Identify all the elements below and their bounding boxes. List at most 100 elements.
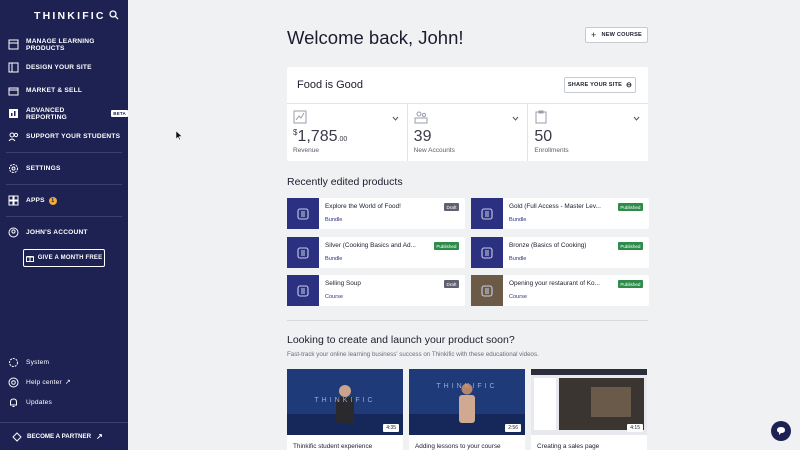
nav-system[interactable]: System: [0, 352, 128, 372]
status-badge: Published: [617, 203, 643, 211]
chat-button[interactable]: [771, 421, 791, 441]
partner-label: BECOME A PARTNER: [27, 433, 92, 440]
product-name: Bronze (Basics of Cooking): [509, 242, 587, 249]
gift-icon: [25, 256, 34, 262]
video-title: Adding lessons to your course: [415, 443, 501, 450]
product-type: Bundle: [509, 256, 527, 262]
bell-icon: [10, 397, 17, 407]
divider: [6, 184, 122, 185]
give-a-month-free-button[interactable]: GIVE A MONTH FREE: [23, 249, 105, 267]
nav-market-and-sell[interactable]: MARKET & SELL: [0, 79, 128, 102]
status-badge: Published: [433, 242, 459, 250]
grid-icon: [8, 39, 19, 50]
become-a-partner-link[interactable]: BECOME A PARTNER ↗: [0, 422, 128, 450]
nav-help-center[interactable]: Help center ↗: [0, 372, 128, 392]
reporting-icon: [9, 109, 18, 118]
product-type: Bundle: [325, 256, 343, 262]
video-title: Thinkific student experience: [293, 443, 373, 450]
students-icon: [8, 132, 19, 142]
product-card[interactable]: Silver (Cooking Basics and Ad... Bundle Pu…: [287, 237, 465, 268]
status-badge: Published: [617, 242, 643, 250]
nav-label: SETTINGS: [26, 165, 61, 172]
main-nav: MANAGE LEARNING PRODUCTS DESIGN YOUR SIT…: [0, 33, 128, 244]
nav-label: MANAGE LEARNING PRODUCTS: [26, 37, 95, 52]
launch-heading: Looking to create and launch your produc…: [287, 334, 515, 346]
product-icon: [481, 246, 493, 259]
product-card[interactable]: Bronze (Basics of Cooking) Bundle Publishe…: [471, 237, 649, 268]
product-thumbnail: [287, 275, 319, 306]
bottom-nav: System Help center ↗ Updates: [0, 352, 128, 412]
video-duration: 4:15: [627, 424, 643, 432]
video-card[interactable]: THINKIFIC 2:56 Adding lessons to your co…: [409, 369, 525, 450]
product-icon: [297, 246, 309, 259]
product-name: Explore the World of Food!: [325, 203, 401, 210]
product-icon: [297, 284, 309, 297]
search-icon[interactable]: [109, 10, 119, 20]
stat-revenue[interactable]: $1,785.00 Revenue: [287, 104, 408, 161]
nav-manage-learning-products[interactable]: MANAGE LEARNING PRODUCTS: [0, 33, 128, 56]
apps-count-badge: 1: [48, 196, 57, 205]
new-course-button[interactable]: + NEW COURSE: [585, 27, 648, 43]
video-title: Creating a sales page: [537, 443, 600, 450]
nav-label: Updates: [26, 398, 52, 406]
nav-label: JOHN'S ACCOUNT: [26, 229, 88, 236]
nav-label: MARKET & SELL: [26, 87, 83, 94]
user-icon: [8, 227, 19, 238]
plus-icon: +: [590, 30, 597, 40]
nav-label: ADVANCED REPORTING: [26, 106, 67, 121]
divider: [6, 152, 122, 153]
product-card[interactable]: Opening your restaurant of Ko... Course Pu…: [471, 275, 649, 306]
chevron-down-icon[interactable]: [633, 116, 640, 121]
site-title: Food is Good: [297, 79, 364, 91]
nav-advanced-reporting[interactable]: ADVANCED REPORTING BETA: [0, 102, 128, 125]
product-type: Bundle: [325, 217, 343, 223]
sidebar: THINKIFIC MANAGE LEARNING PRODUCTS DESIG…: [0, 0, 128, 450]
product-thumbnail: [287, 198, 319, 229]
nav-label: SUPPORT YOUR STUDENTS: [26, 133, 121, 140]
product-card[interactable]: Selling Soup Course Draft: [287, 275, 465, 306]
share-your-site-button[interactable]: SHARE YOUR SITE ⊖: [564, 77, 636, 93]
video-card[interactable]: 4:15 Creating a sales page: [531, 369, 647, 450]
clipboard-icon: [535, 110, 547, 124]
gear-icon: [9, 164, 18, 173]
chevron-down-icon[interactable]: [512, 116, 519, 121]
video-brand: THINKIFIC: [314, 397, 376, 404]
product-icon: [481, 207, 493, 220]
stat-enrollments[interactable]: 50 Enrollments: [528, 104, 648, 161]
product-name: Gold (Full Access - Master Lev...: [509, 203, 601, 210]
video-card[interactable]: THINKIFIC 4:35 Thinkific student experie…: [287, 369, 403, 450]
divider: [287, 320, 648, 321]
product-card[interactable]: Explore the World of Food! Bundle Draft: [287, 198, 465, 229]
nav-design-your-site[interactable]: DESIGN YOUR SITE: [0, 56, 128, 79]
nav-label: System: [26, 358, 50, 366]
beta-badge: BETA: [111, 110, 128, 117]
product-thumbnail: [287, 237, 319, 268]
stat-new-accounts[interactable]: 39 New Accounts: [408, 104, 529, 161]
external-link-icon: ↗: [64, 379, 71, 386]
nav-support-your-students[interactable]: SUPPORT YOUR STUDENTS: [0, 125, 128, 148]
video-duration: 4:35: [383, 424, 399, 432]
nav-label: Help center: [26, 378, 62, 386]
launch-subtitle: Fast-track your online learning business…: [287, 351, 539, 358]
nav-label: DESIGN YOUR SITE: [26, 64, 92, 71]
nav-apps[interactable]: APPS 1: [0, 189, 128, 212]
product-thumbnail: [471, 198, 503, 229]
users-icon: [414, 111, 428, 124]
give-button-label: GIVE A MONTH FREE: [37, 255, 103, 261]
main-content: Welcome back, John! + NEW COURSE Food is…: [128, 0, 800, 450]
product-type: Course: [325, 294, 344, 300]
revenue-value: $1,785.00: [293, 128, 348, 145]
product-thumbnail: [471, 237, 503, 268]
chevron-down-icon[interactable]: [392, 116, 399, 121]
help-icon: [8, 377, 19, 387]
product-card[interactable]: Gold (Full Access - Master Lev... Bundle P…: [471, 198, 649, 229]
status-badge: Draft: [444, 280, 459, 288]
video-duration: 2:56: [505, 424, 521, 432]
thinkific-logo[interactable]: THINKIFIC: [34, 10, 106, 22]
chart-icon: [293, 110, 307, 124]
nav-updates[interactable]: Updates: [0, 392, 128, 412]
arrow-up-right-icon: ↗: [96, 432, 103, 441]
nav-johns-account[interactable]: JOHN'S ACCOUNT: [0, 221, 128, 244]
stats-row: $1,785.00 Revenue 39 New Accounts 50 Enr…: [287, 103, 648, 161]
nav-settings[interactable]: SETTINGS: [0, 157, 128, 180]
